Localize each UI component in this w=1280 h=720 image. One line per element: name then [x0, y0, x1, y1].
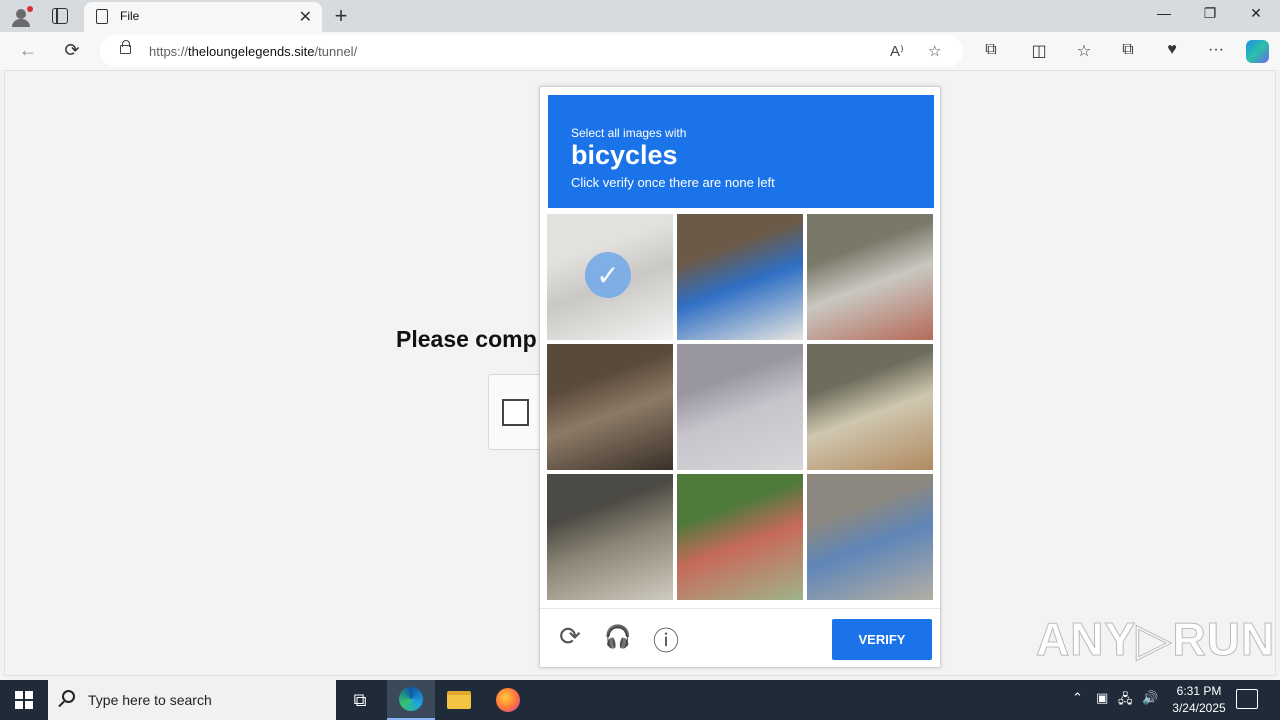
task-view-icon[interactable]: ⧉ — [336, 680, 384, 720]
captcha-tile[interactable] — [547, 474, 673, 600]
captcha-challenge: Select all images with bicycles Click ve… — [539, 86, 941, 668]
captcha-tile[interactable]: ✓ — [547, 214, 673, 340]
captcha-tile[interactable] — [807, 474, 933, 600]
split-screen-icon[interactable]: ◫ — [1029, 41, 1049, 61]
favorites-icon[interactable]: ☆ — [1074, 41, 1094, 61]
lock-icon[interactable] — [120, 40, 131, 54]
browser-titlebar: File ✕ + — ❐ ✕ — [0, 0, 1280, 32]
page-heading: Please comp — [396, 326, 537, 352]
network-icon[interactable]: 🖧 — [1118, 690, 1133, 712]
captcha-tile[interactable] — [677, 474, 803, 600]
captcha-target-object: bicycles — [571, 140, 678, 170]
captcha-instruction-post: Click verify once there are none left — [571, 175, 775, 190]
taskbar-edge[interactable] — [387, 680, 435, 720]
search-icon — [62, 690, 75, 703]
taskbar: Type here to search ⧉ ⌃ ▣ 🖧 🔊 6:31 PM 3/… — [0, 680, 1280, 720]
profile-avatar-icon[interactable] — [8, 4, 36, 28]
captcha-tile[interactable] — [807, 344, 933, 470]
start-button[interactable] — [0, 680, 48, 720]
anyrun-watermark: ANY▷RUN — [1035, 613, 1276, 666]
tab-file[interactable]: File ✕ — [84, 2, 322, 32]
captcha-tile[interactable] — [807, 214, 933, 340]
browser-essentials-icon[interactable]: ♥ — [1162, 41, 1182, 59]
tray-chevron-icon[interactable]: ⌃ — [1072, 690, 1083, 706]
tray-device-icon[interactable]: ▣ — [1096, 690, 1108, 706]
selected-check-icon: ✓ — [585, 252, 631, 298]
close-window-button[interactable]: ✕ — [1246, 5, 1266, 22]
captcha-checkbox[interactable] — [502, 399, 529, 426]
new-tab-button[interactable]: + — [330, 3, 352, 29]
file-icon — [96, 9, 108, 24]
windows-logo-icon — [15, 691, 33, 709]
tab-title: File — [120, 9, 140, 23]
clock-time: 6:31 PM — [1176, 684, 1222, 698]
collections-icon[interactable]: ⧉ — [1118, 41, 1138, 59]
tab-close-icon[interactable]: ✕ — [299, 7, 312, 27]
captcha-footer: ⟳ 🎧 ⓘ VERIFY — [540, 608, 940, 667]
restore-button[interactable]: ❐ — [1200, 5, 1220, 22]
taskbar-clock[interactable]: 6:31 PM 3/24/2025 — [1166, 683, 1232, 717]
more-menu-icon[interactable]: ··· — [1206, 41, 1226, 59]
browser-toolbar: ← ⟳ https://theloungelegends.site/tunnel… — [0, 32, 1280, 70]
search-placeholder: Type here to search — [88, 692, 212, 708]
firefox-icon — [496, 688, 520, 712]
captcha-tile[interactable] — [677, 214, 803, 340]
volume-icon[interactable]: 🔊 — [1142, 690, 1158, 706]
taskbar-file-explorer[interactable] — [435, 680, 483, 720]
clock-date: 3/24/2025 — [1172, 701, 1226, 715]
url-text[interactable]: https://theloungelegends.site/tunnel/ — [149, 44, 357, 59]
minimize-button[interactable]: — — [1154, 5, 1174, 21]
read-aloud-icon[interactable]: A⁾ — [890, 42, 904, 60]
copilot-icon[interactable] — [1246, 40, 1269, 63]
extensions-icon[interactable]: ⧉ — [981, 41, 1001, 59]
back-button[interactable]: ← — [17, 40, 39, 61]
reload-challenge-icon[interactable]: ⟳ — [555, 621, 585, 652]
captcha-image-grid: ✓ — [547, 214, 935, 602]
tab-actions-icon[interactable] — [52, 8, 68, 24]
edge-icon — [399, 687, 423, 711]
taskbar-firefox[interactable] — [484, 680, 532, 720]
info-icon[interactable]: ⓘ — [651, 621, 681, 658]
captcha-instruction-pre: Select all images with — [571, 126, 687, 140]
captcha-tile[interactable] — [677, 344, 803, 470]
taskbar-search[interactable]: Type here to search — [48, 680, 336, 720]
verify-button[interactable]: VERIFY — [832, 619, 932, 660]
favorite-star-icon[interactable]: ☆ — [928, 42, 941, 60]
folder-icon — [447, 691, 471, 709]
audio-challenge-icon[interactable]: 🎧 — [603, 624, 633, 650]
refresh-button[interactable]: ⟳ — [61, 40, 83, 61]
captcha-header: Select all images with bicycles Click ve… — [548, 95, 934, 208]
captcha-tile[interactable] — [547, 344, 673, 470]
address-bar[interactable]: https://theloungelegends.site/tunnel/ A⁾… — [100, 35, 963, 67]
notifications-icon[interactable] — [1236, 689, 1258, 709]
